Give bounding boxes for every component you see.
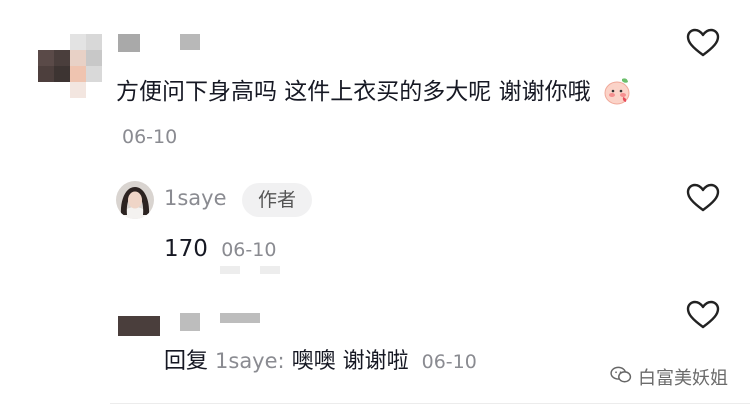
watermark: 白富美妖姐 — [610, 364, 728, 390]
divider — [110, 403, 750, 404]
commenter-avatar-blurred[interactable] — [38, 34, 102, 98]
replier-avatar-blurred[interactable] — [118, 316, 160, 336]
comment-date: 06-10 — [122, 126, 178, 148]
author-badge: 作者 — [242, 183, 312, 217]
blur-block — [260, 266, 280, 274]
reply2-text: 噢噢 谢谢啦 — [291, 349, 409, 374]
commenter-name-blurred[interactable] — [118, 34, 140, 52]
comment-body: 方便问下身高吗 这件上衣买的多大呢 谢谢你哦 06-10 — [116, 70, 676, 159]
like-heart-icon[interactable] — [686, 300, 720, 330]
wechat-icon — [610, 366, 632, 389]
author-username[interactable]: 1saye — [164, 186, 227, 210]
replier-name-blurred[interactable] — [180, 313, 200, 331]
commenter-name-blurred-2 — [180, 34, 200, 50]
reply-text: 170 — [164, 236, 208, 262]
reply-body: 170 06-10 — [164, 236, 276, 262]
reply2-body: 回复 1saye: 噢噢 谢谢啦 06-10 — [164, 343, 477, 375]
like-heart-icon[interactable] — [686, 183, 720, 213]
reply-target-username[interactable]: 1saye: — [215, 349, 285, 373]
author-avatar[interactable] — [116, 181, 154, 219]
watermark-text: 白富美妖姐 — [638, 368, 728, 389]
reply-prefix: 回复 — [164, 349, 209, 374]
reply2-date: 06-10 — [421, 351, 477, 373]
like-heart-icon[interactable] — [686, 28, 720, 58]
comment-text: 方便问下身高吗 这件上衣买的多大呢 谢谢你哦 — [116, 79, 591, 105]
blur-block — [220, 266, 240, 274]
replier-name-blurred-2 — [220, 313, 260, 323]
reply-date: 06-10 — [221, 239, 277, 261]
blush-emoji-icon — [602, 75, 632, 105]
